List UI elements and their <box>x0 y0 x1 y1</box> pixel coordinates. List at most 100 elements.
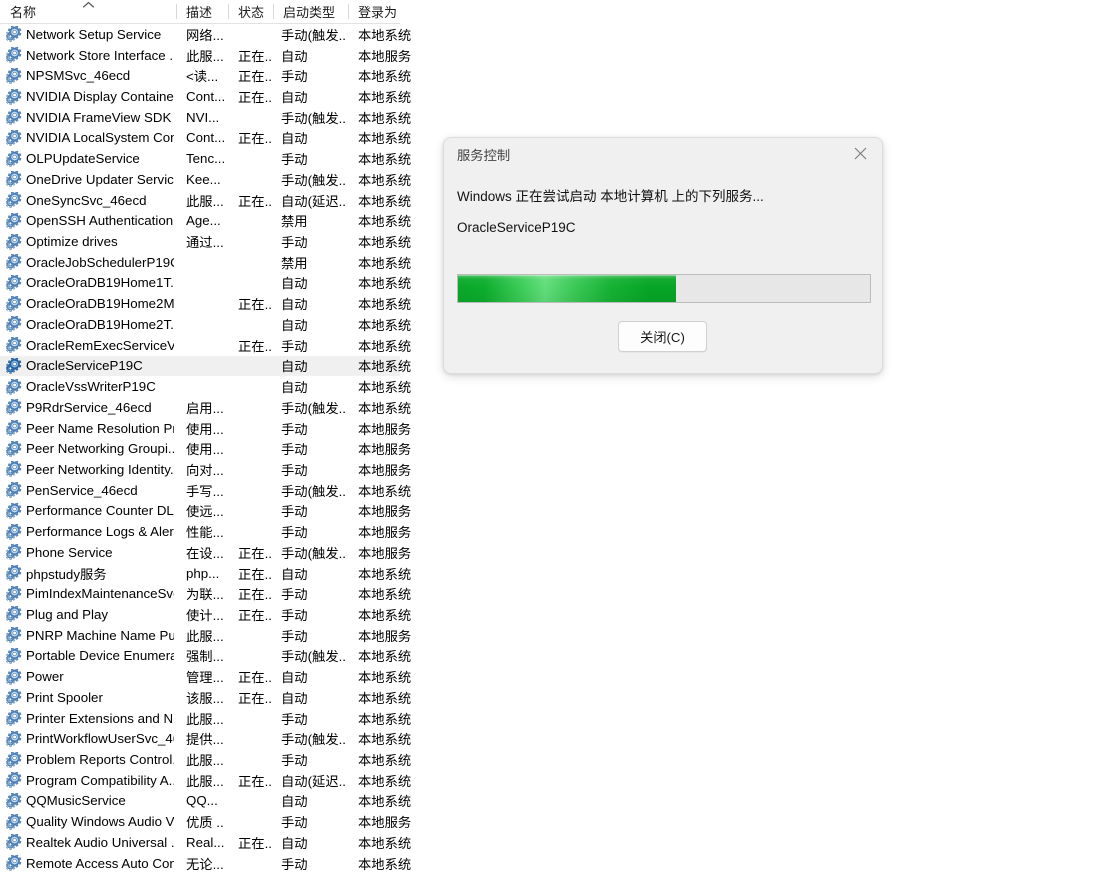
service-gear-icon <box>6 440 22 457</box>
table-row[interactable]: Peer Networking Identity... 向对... 手动 本地服务 <box>0 459 411 480</box>
table-row[interactable]: Remote Access Auto Con... 无论... 手动 本地系统 <box>0 853 411 874</box>
service-name-cell: OracleRemExecServiceV2 <box>26 337 174 353</box>
service-description-cell: 使远... <box>186 504 224 520</box>
service-gear-icon <box>6 606 22 623</box>
table-row[interactable]: OracleServiceP19C 自动 本地系统 <box>0 355 411 377</box>
service-logon-as-cell: 本地服务 <box>358 815 412 831</box>
service-gear-icon <box>6 274 22 291</box>
service-startup-type-cell: 手动(触发... <box>281 27 345 43</box>
column-header-logon-as[interactable]: 登录为 <box>348 0 400 23</box>
table-row[interactable]: OracleJobSchedulerP19C 禁用 本地系统 <box>0 252 411 273</box>
close-button[interactable]: 关闭(C) <box>618 321 707 352</box>
table-row[interactable]: NVIDIA LocalSystem Con... Cont... 正在... 自动 本… <box>0 128 411 149</box>
column-header-startup-type[interactable]: 启动类型 <box>273 0 348 23</box>
service-startup-type-cell: 自动 <box>281 794 308 810</box>
table-row[interactable]: Power 管理... 正在... 自动 本地系统 <box>0 666 411 687</box>
service-gear-icon <box>6 751 22 768</box>
service-name-cell: Plug and Play <box>26 606 109 622</box>
table-row[interactable]: Network Store Interface ... 此服... 正在... 自动 本… <box>0 45 411 66</box>
table-row[interactable]: PNRP Machine Name Pu... 此服... 手动 本地服务 <box>0 625 411 646</box>
service-logon-as-cell: 本地系统 <box>358 255 412 271</box>
service-status-cell: 正在... <box>238 607 272 623</box>
table-row[interactable]: OracleRemExecServiceV2 正在... 手动 本地系统 <box>0 335 411 356</box>
table-row[interactable]: Performance Counter DL... 使远... 手动 本地服务 <box>0 501 411 522</box>
service-description-cell: 网络... <box>186 27 224 43</box>
service-startup-type-cell: 手动 <box>281 338 308 354</box>
service-status-cell: 正在... <box>238 90 272 106</box>
close-x-icon[interactable] <box>838 138 882 169</box>
service-logon-as-cell: 本地系统 <box>358 27 412 43</box>
table-row[interactable]: Print Spooler 该服... 正在... 自动 本地系统 <box>0 687 411 708</box>
service-gear-icon <box>6 689 22 706</box>
service-startup-type-cell: 手动 <box>281 711 308 727</box>
table-row[interactable]: Peer Networking Groupi... 使用... 手动 本地服务 <box>0 438 411 459</box>
service-name-cell: Remote Access Auto Con... <box>26 855 174 871</box>
table-row[interactable]: Printer Extensions and N... 此服... 手动 本地系统 <box>0 708 411 729</box>
table-row[interactable]: Problem Reports Control... 此服... 手动 本地系统 <box>0 749 411 770</box>
service-name-cell: QQMusicService <box>26 793 126 809</box>
column-header-status[interactable]: 状态 <box>228 0 273 23</box>
service-startup-type-cell: 手动(触发... <box>281 400 345 416</box>
table-row[interactable]: OneDrive Updater Service Kee... 手动(触发... 本地… <box>0 169 411 190</box>
service-startup-type-cell: 自动 <box>281 90 308 106</box>
service-name-cell: Power <box>26 669 64 685</box>
service-gear-icon <box>6 150 22 167</box>
table-row[interactable]: PrintWorkflowUserSvc_46... 提供... 手动(触发... 本… <box>0 728 411 749</box>
service-name-cell: OracleOraDB19Home1T... <box>26 275 174 291</box>
table-row[interactable]: PenService_46ecd 手写... 手动(触发... 本地系统 <box>0 480 411 501</box>
close-button-label: 关闭(C) <box>640 330 685 345</box>
table-row[interactable]: P9RdrService_46ecd 启用... 手动(触发... 本地系统 <box>0 397 411 418</box>
table-row[interactable]: OracleVssWriterP19C 自动 本地系统 <box>0 376 411 397</box>
table-row[interactable]: Program Compatibility A... 此服... 正在... 自动(延… <box>0 770 411 791</box>
service-name-cell: Optimize drives <box>26 234 118 250</box>
service-description-cell: 优质 ... <box>186 815 224 831</box>
service-status-cell: 正在... <box>238 48 272 64</box>
service-startup-type-cell: 自动 <box>281 670 308 686</box>
table-row[interactable]: Plug and Play 使计... 正在... 手动 本地系统 <box>0 604 411 625</box>
service-description-cell: 强制... <box>186 649 224 665</box>
table-row[interactable]: Network Setup Service 网络... 手动(触发... 本地系统 <box>0 24 411 45</box>
table-row[interactable]: Performance Logs & Aler... 性能... 手动 本地服务 <box>0 521 411 542</box>
table-row[interactable]: NVIDIA FrameView SDK ... NVI... 手动(触发... 本地… <box>0 107 411 128</box>
service-startup-type-cell: 手动 <box>281 462 308 478</box>
table-row[interactable]: phpstudy服务 php... 正在... 自动 本地系统 <box>0 563 411 584</box>
table-row[interactable]: NPSMSvc_46ecd <读... 正在... 手动 本地系统 <box>0 65 411 86</box>
service-description-cell: 启用... <box>186 400 224 416</box>
service-logon-as-cell: 本地系统 <box>358 317 412 333</box>
table-row[interactable]: Peer Name Resolution Pr... 使用... 手动 本地服务 <box>0 418 411 439</box>
table-row[interactable]: QQMusicService QQ... 自动 本地系统 <box>0 791 411 812</box>
service-description-cell: 此服... <box>186 773 224 789</box>
table-row[interactable]: PimIndexMaintenanceSvc... 为联... 正在... 手动 本地系… <box>0 583 411 604</box>
column-header-description[interactable]: 描述 <box>176 0 228 23</box>
service-logon-as-cell: 本地系统 <box>358 359 412 375</box>
table-row[interactable]: OLPUpdateService Tenc... 手动 本地系统 <box>0 148 411 169</box>
table-row[interactable]: Optimize drives 通过... 手动 本地系统 <box>0 231 411 252</box>
service-gear-icon <box>6 710 22 726</box>
table-row[interactable]: Quality Windows Audio V... 优质 ... 手动 本地服务 <box>0 811 411 832</box>
service-startup-type-cell: 自动 <box>281 566 308 582</box>
table-row[interactable]: OracleOraDB19Home1T... 自动 本地系统 <box>0 273 411 294</box>
service-logon-as-cell: 本地系统 <box>358 587 412 603</box>
table-row[interactable]: OpenSSH Authentication ... Age... 禁用 本地系统 <box>0 210 411 231</box>
service-name-cell: phpstudy服务 <box>26 566 107 582</box>
table-row[interactable]: OracleOraDB19Home2T... 自动 本地系统 <box>0 314 411 335</box>
table-row[interactable]: Realtek Audio Universal ... Real... 正在... 自… <box>0 832 411 853</box>
service-logon-as-cell: 本地系统 <box>358 773 412 789</box>
service-startup-type-cell: 自动 <box>281 48 308 64</box>
table-row[interactable]: Portable Device Enumera... 强制... 手动(触发... 本… <box>0 646 411 667</box>
service-startup-type-cell: 自动 <box>281 276 308 292</box>
service-gear-icon <box>6 316 22 333</box>
table-row[interactable]: OracleOraDB19Home2M... 正在... 自动 本地系统 <box>0 293 411 314</box>
service-startup-type-cell: 手动 <box>281 607 308 623</box>
service-description-cell: 此服... <box>186 753 224 769</box>
service-startup-type-cell: 手动 <box>281 235 308 251</box>
service-status-cell: 正在... <box>238 587 272 603</box>
service-gear-icon <box>6 192 22 208</box>
table-row[interactable]: OneSyncSvc_46ecd 此服... 正在... 自动(延迟... 本地系统 <box>0 190 411 211</box>
service-name-cell: OracleOraDB19Home2T... <box>26 316 174 332</box>
table-row[interactable]: Phone Service 在设... 正在... 手动(触发... 本地服务 <box>0 542 411 563</box>
service-name-cell: Printer Extensions and N... <box>26 710 174 726</box>
table-row[interactable]: NVIDIA Display Containe... Cont... 正在... 自动… <box>0 86 411 107</box>
service-logon-as-cell: 本地系统 <box>358 193 412 209</box>
service-gear-icon <box>6 109 22 125</box>
